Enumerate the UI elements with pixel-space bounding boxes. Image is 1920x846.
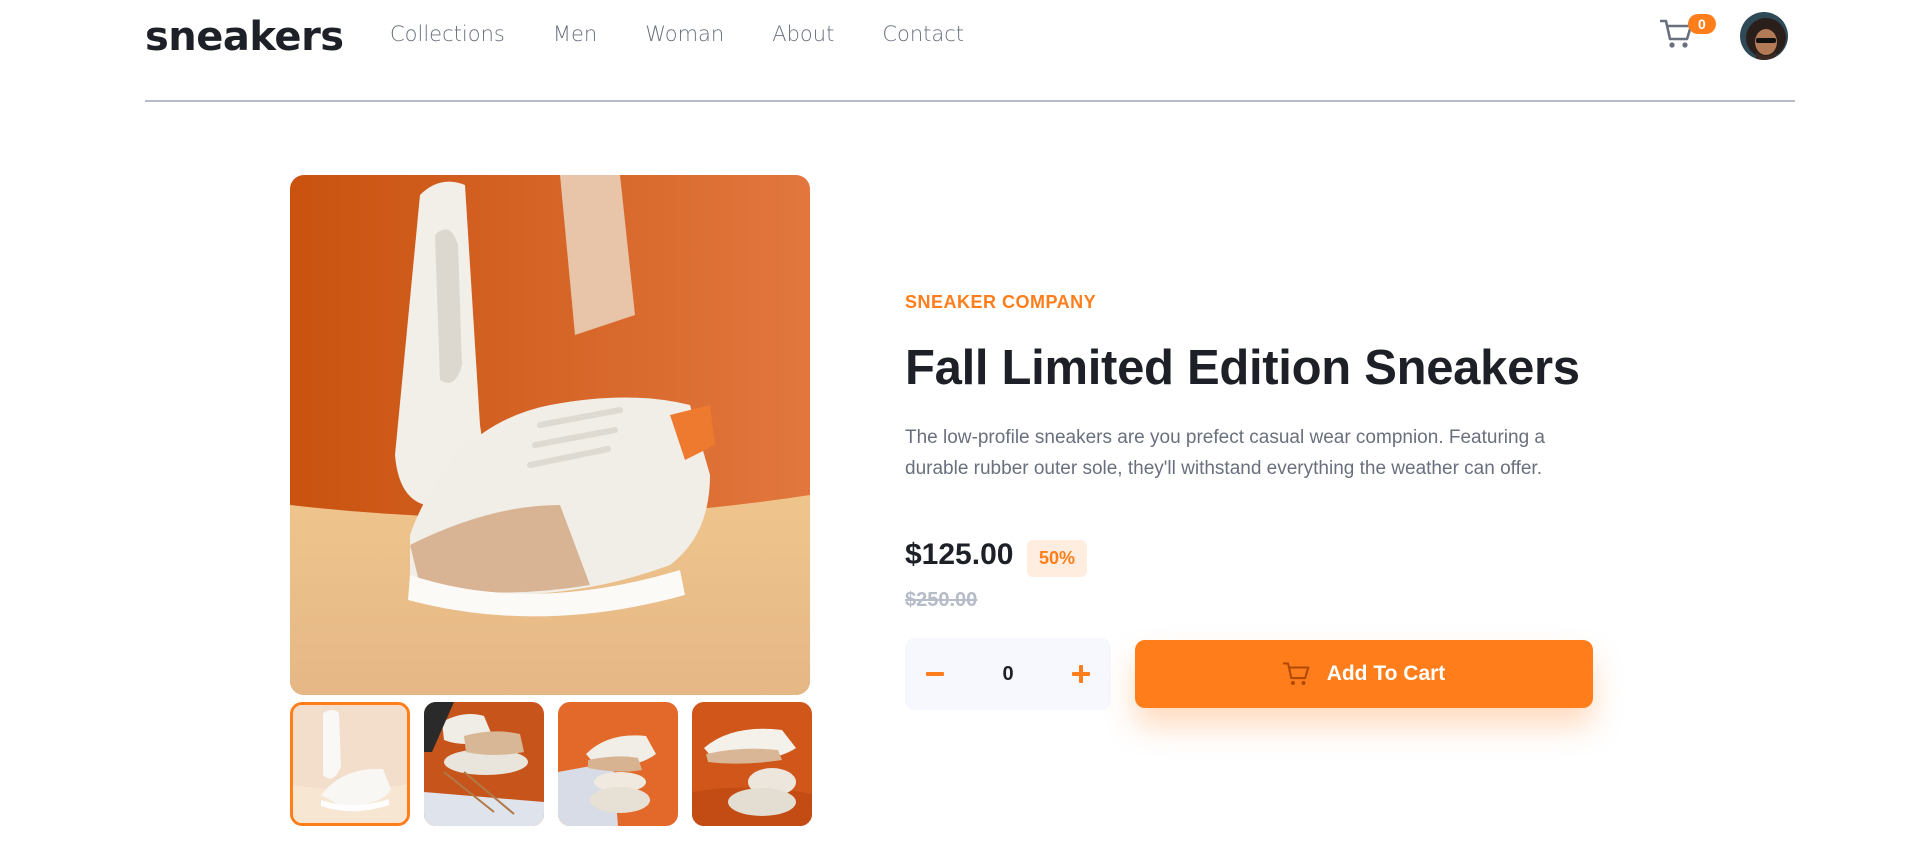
- nav-collections[interactable]: Collections: [390, 22, 505, 46]
- nav-about[interactable]: About: [772, 22, 834, 46]
- thumbnail-2[interactable]: [424, 702, 544, 826]
- company-name: SNEAKER COMPANY: [905, 292, 1097, 312]
- current-price: $125.00: [905, 538, 1014, 571]
- add-to-cart-button[interactable]: Add To Cart: [1135, 640, 1593, 708]
- thumbnail-strip: [290, 702, 812, 826]
- add-to-cart-label: Add To Cart: [1326, 662, 1446, 685]
- thumbnail-4[interactable]: [692, 702, 812, 826]
- site-header: sneakers Collections Men Woman About Con…: [145, 0, 1795, 102]
- minus-icon: [926, 672, 944, 676]
- main-nav: Collections Men Woman About Contact: [390, 22, 964, 46]
- product-title: Fall Limited Edition Sneakers: [905, 341, 1580, 395]
- nav-men[interactable]: Men: [553, 22, 597, 46]
- quantity-value: 0: [1002, 663, 1014, 685]
- logo[interactable]: sneakers: [145, 14, 344, 60]
- avatar[interactable]: [1738, 10, 1790, 62]
- main-product-image[interactable]: [290, 175, 810, 695]
- thumbnail-3[interactable]: [558, 702, 678, 826]
- increase-quantity-button[interactable]: [1051, 638, 1111, 710]
- cart-icon: [1282, 662, 1310, 686]
- nav-contact[interactable]: Contact: [882, 22, 964, 46]
- thumbnail-1[interactable]: [290, 702, 410, 826]
- cart-count-badge: 0: [1688, 14, 1716, 34]
- product-description: The low-profile sneakers are you prefect…: [905, 427, 1545, 479]
- nav-woman[interactable]: Woman: [645, 22, 724, 46]
- discount-badge: 50%: [1027, 540, 1088, 577]
- plus-icon: [1072, 665, 1090, 683]
- decrease-quantity-button[interactable]: [905, 638, 965, 710]
- quantity-stepper: 0: [905, 638, 1111, 710]
- original-price: $250.00: [905, 589, 978, 611]
- cart-button[interactable]: 0: [1660, 14, 1716, 52]
